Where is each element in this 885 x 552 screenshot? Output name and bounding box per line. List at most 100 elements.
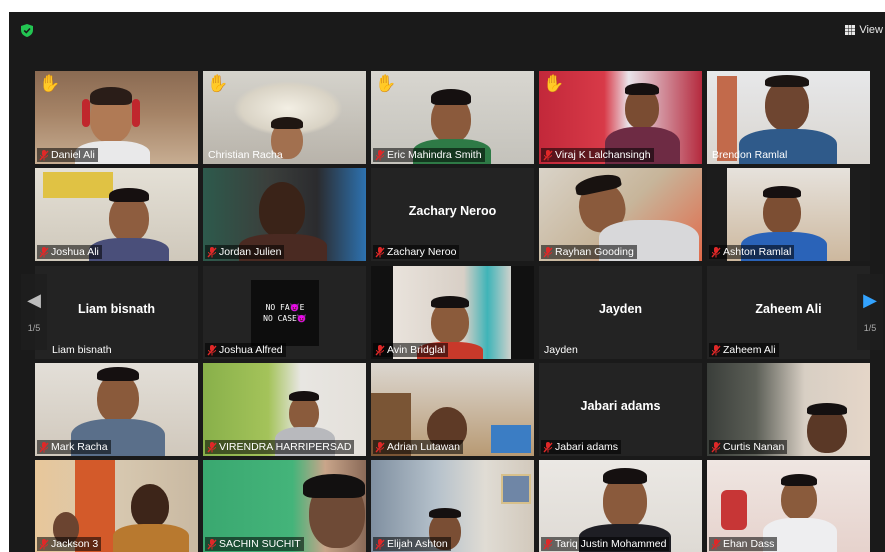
participant-tile[interactable]: Jackson 3 bbox=[35, 460, 198, 552]
nameplate: Brendon Ramlal bbox=[709, 148, 790, 162]
participant-tile[interactable]: Tariq Justin Mohammed bbox=[539, 460, 702, 552]
muted-mic-icon bbox=[39, 538, 49, 549]
participant-tile[interactable]: Ehan Dass bbox=[707, 460, 870, 552]
participant-tile-video-off[interactable]: Jabari adams Jabari adams bbox=[539, 363, 702, 456]
muted-mic-icon bbox=[543, 149, 553, 160]
participant-name: Curtis Nanan bbox=[723, 441, 785, 453]
raised-hand-icon: ✋ bbox=[543, 74, 565, 93]
view-label: View bbox=[859, 24, 883, 36]
participant-tile[interactable]: ✋ Daniel Ali bbox=[35, 71, 198, 164]
participant-name: VIRENDRA HARRIPERSAD bbox=[219, 441, 352, 453]
participant-name: Brendon Ramlal bbox=[712, 149, 788, 161]
nameplate: Elijah Ashton bbox=[373, 537, 451, 551]
muted-mic-icon bbox=[39, 246, 49, 257]
nameplate: Mark Racha bbox=[37, 440, 111, 454]
participant-tile[interactable]: Rayhan Gooding bbox=[539, 168, 702, 261]
participant-name: Ehan Dass bbox=[723, 538, 775, 550]
chevron-left-icon: ◀ bbox=[27, 290, 41, 310]
participant-tile[interactable]: Joshua Ali bbox=[35, 168, 198, 261]
participant-tile-video-off[interactable]: Jayden Jayden bbox=[539, 266, 702, 359]
participant-tile[interactable]: ✋ Eric Mahindra Smith bbox=[371, 71, 534, 164]
participant-tile-active-speaker[interactable]: Brendon Ramlal bbox=[707, 71, 870, 164]
participant-name: Jabari adams bbox=[555, 441, 619, 453]
muted-mic-icon bbox=[375, 246, 385, 257]
nameplate: Jayden bbox=[541, 343, 581, 357]
muted-mic-icon bbox=[711, 441, 721, 452]
participant-tile[interactable]: VIRENDRA HARRIPERSAD bbox=[203, 363, 366, 456]
participant-display-name: Zachary Neroo bbox=[408, 204, 497, 218]
chevron-right-icon: ▶ bbox=[863, 290, 877, 310]
nameplate: Jackson 3 bbox=[37, 537, 102, 551]
participant-tile[interactable]: Adrian Lutawan bbox=[371, 363, 534, 456]
participant-tile[interactable]: ✋ Christian Racha bbox=[203, 71, 366, 164]
participant-tile-video-off[interactable]: Zachary Neroo Zachary Neroo bbox=[371, 168, 534, 261]
nameplate: Jordan Julien bbox=[205, 245, 285, 259]
muted-mic-icon bbox=[543, 441, 553, 452]
previous-page-button[interactable]: ◀ 1/5 bbox=[21, 274, 47, 350]
muted-mic-icon bbox=[375, 149, 385, 160]
profile-text-line: NO CASE😈 bbox=[263, 314, 307, 323]
participant-display-name: Zaheem Ali bbox=[755, 302, 822, 316]
page-indicator: 1/5 bbox=[863, 323, 877, 333]
participant-tile[interactable]: Elijah Ashton bbox=[371, 460, 534, 552]
participant-name: Avin Bridglal bbox=[387, 344, 446, 356]
participant-tile[interactable]: Curtis Nanan bbox=[707, 363, 870, 456]
muted-mic-icon bbox=[39, 149, 49, 160]
participant-tile-video-off[interactable]: Zaheem Ali Zaheem Ali bbox=[707, 266, 870, 359]
profile-picture: NO FA😈E NO CASE😈 bbox=[251, 280, 319, 346]
nameplate: Rayhan Gooding bbox=[541, 245, 637, 259]
next-page-button[interactable]: ▶ 1/5 bbox=[857, 274, 883, 350]
participant-tile-profile-image[interactable]: NO FA😈E NO CASE😈 Joshua Alfred bbox=[203, 266, 366, 359]
nameplate: Ashton Ramlal bbox=[709, 245, 795, 259]
nameplate: Eric Mahindra Smith bbox=[373, 148, 485, 162]
participant-name: Elijah Ashton bbox=[387, 538, 448, 550]
participant-name: Viraj K Lalchansingh bbox=[555, 149, 651, 161]
participant-display-name: Jabari adams bbox=[580, 399, 661, 413]
muted-mic-icon bbox=[207, 441, 217, 452]
participant-display-name: Jayden bbox=[598, 302, 643, 316]
nameplate: Adrian Lutawan bbox=[373, 440, 463, 454]
muted-mic-icon bbox=[711, 538, 721, 549]
participant-name: Zachary Neroo bbox=[387, 246, 457, 258]
participant-display-name: Liam bisnath bbox=[77, 302, 156, 316]
muted-mic-icon bbox=[543, 246, 553, 257]
raised-hand-icon: ✋ bbox=[39, 74, 61, 93]
muted-mic-icon bbox=[375, 344, 385, 355]
muted-mic-icon bbox=[375, 538, 385, 549]
muted-mic-icon bbox=[207, 246, 217, 257]
nameplate: Ehan Dass bbox=[709, 537, 778, 551]
muted-mic-icon bbox=[207, 344, 217, 355]
participant-tile-video-off[interactable]: Liam bisnath Liam bisnath bbox=[35, 266, 198, 359]
participant-name: Daniel Ali bbox=[51, 149, 95, 161]
participant-name: Mark Racha bbox=[51, 441, 108, 453]
page-indicator: 1/5 bbox=[27, 323, 41, 333]
participant-tile[interactable]: SACHIN SUCHIT bbox=[203, 460, 366, 552]
muted-mic-icon bbox=[711, 344, 721, 355]
participant-name: Rayhan Gooding bbox=[555, 246, 634, 258]
participant-name: Christian Racha bbox=[208, 149, 283, 161]
participant-name: Tariq Justin Mohammed bbox=[555, 538, 667, 550]
participant-name: Joshua Alfred bbox=[219, 344, 283, 356]
nameplate: SACHIN SUCHIT bbox=[205, 537, 304, 551]
meeting-window: View ✋ Daniel Ali ✋ Christian Racha ✋ Er… bbox=[9, 12, 885, 552]
nameplate: Viraj K Lalchansingh bbox=[541, 148, 654, 162]
nameplate: Avin Bridglal bbox=[373, 343, 449, 357]
participant-name: Zaheem Ali bbox=[723, 344, 776, 356]
nameplate: Liam bisnath bbox=[49, 343, 115, 357]
nameplate: Tariq Justin Mohammed bbox=[541, 537, 670, 551]
nameplate: Curtis Nanan bbox=[709, 440, 788, 454]
view-button[interactable]: View bbox=[845, 21, 883, 39]
participant-tile[interactable]: ✋ Viraj K Lalchansingh bbox=[539, 71, 702, 164]
participant-tile[interactable]: Ashton Ramlal bbox=[707, 168, 870, 261]
nameplate: Zaheem Ali bbox=[709, 343, 779, 357]
nameplate: Christian Racha bbox=[205, 148, 286, 162]
shield-check-icon[interactable] bbox=[21, 24, 33, 37]
muted-mic-icon bbox=[39, 441, 49, 452]
nameplate: Daniel Ali bbox=[37, 148, 98, 162]
participant-name: Adrian Lutawan bbox=[387, 441, 460, 453]
participant-name: Ashton Ramlal bbox=[723, 246, 792, 258]
muted-mic-icon bbox=[543, 538, 553, 549]
participant-tile[interactable]: Jordan Julien bbox=[203, 168, 366, 261]
participant-tile[interactable]: Avin Bridglal bbox=[371, 266, 534, 359]
participant-tile[interactable]: Mark Racha bbox=[35, 363, 198, 456]
